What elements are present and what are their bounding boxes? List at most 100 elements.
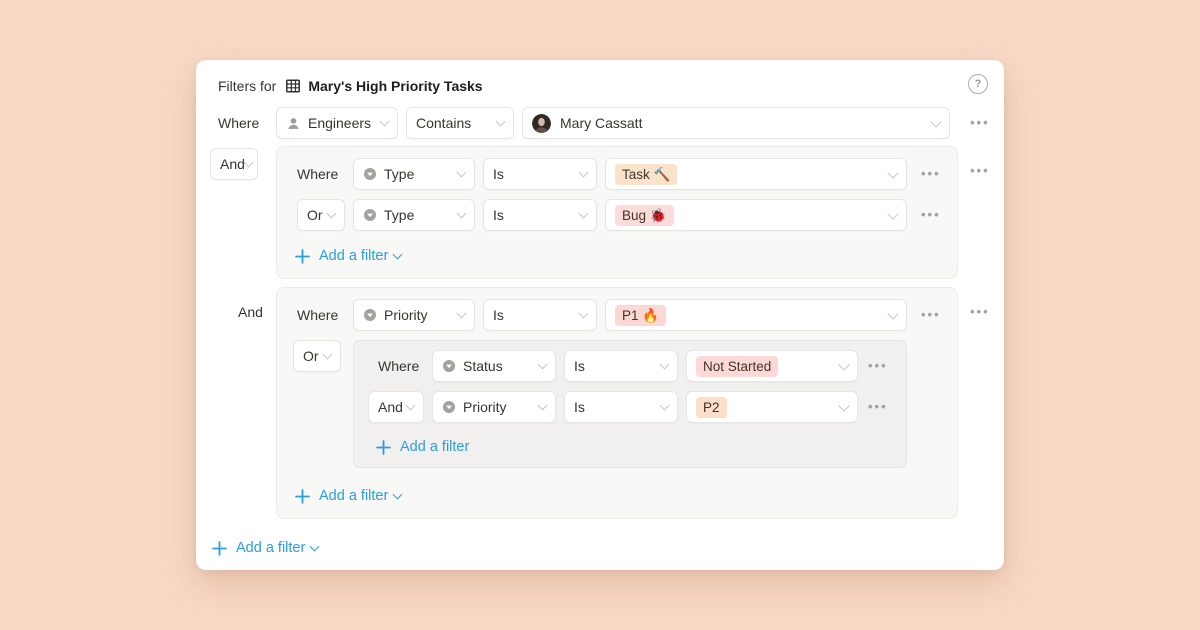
value-tag: Bug 🐞 (615, 205, 674, 226)
operator-dropdown[interactable]: Is (483, 299, 597, 331)
connector-dropdown[interactable]: Or (297, 199, 345, 231)
chevron-down-icon (393, 250, 403, 260)
filters-panel: Filters for Mary's High Priority Tasks ?… (196, 60, 1004, 570)
chevron-down-icon (660, 401, 670, 411)
chevron-down-icon (579, 309, 589, 319)
value-label: Mary Cassatt (560, 115, 642, 131)
chevron-down-icon (660, 360, 670, 370)
connector-label: Where (297, 307, 353, 323)
select-property-icon (363, 208, 377, 222)
connector-label: Or (307, 207, 323, 223)
value-tag: P2 (696, 397, 727, 418)
rule-menu-button[interactable]: ••• (868, 391, 888, 423)
filters-for-label: Filters for (218, 78, 276, 94)
help-icon[interactable]: ? (968, 74, 988, 94)
property-label: Priority (384, 307, 428, 323)
operator-dropdown[interactable]: Is (483, 158, 597, 190)
value-tag: P1 🔥 (615, 305, 666, 326)
rule-menu-button[interactable]: ••• (921, 158, 941, 190)
connector-label: Where (297, 166, 353, 182)
chevron-down-icon (380, 117, 390, 127)
chevron-down-icon (393, 490, 403, 500)
filter-rule: Where Priority Is P1 🔥 ••• (297, 299, 941, 331)
value-dropdown[interactable]: P1 🔥 (605, 299, 907, 331)
property-dropdown[interactable]: Status (432, 350, 556, 382)
operator-dropdown[interactable]: Is (483, 199, 597, 231)
chevron-down-icon (838, 400, 849, 411)
property-label: Status (463, 358, 503, 374)
chevron-down-icon (243, 158, 253, 168)
operator-label: Is (493, 207, 504, 223)
value-dropdown[interactable]: Not Started (686, 350, 858, 382)
nested-filter-group: Where Status Is Not Started (353, 340, 907, 468)
property-dropdown[interactable]: Engineers (276, 107, 398, 139)
group-connector-dropdown[interactable]: And (210, 148, 258, 180)
chevron-down-icon (930, 116, 941, 127)
rule-menu-button[interactable]: ••• (970, 107, 990, 139)
add-filter-label: Add a filter (236, 540, 305, 556)
subgroup-connector-dropdown[interactable]: Or (293, 340, 341, 372)
group-menu-button[interactable]: ••• (970, 155, 992, 187)
group-connector-label: And (238, 304, 263, 320)
chevron-down-icon (457, 309, 467, 319)
chevron-down-icon (538, 401, 548, 411)
chevron-down-icon (496, 117, 506, 127)
operator-dropdown[interactable]: Contains (406, 107, 514, 139)
property-label: Priority (463, 399, 507, 415)
panel-header: Filters for Mary's High Priority Tasks (218, 75, 483, 97)
plus-icon (376, 440, 391, 455)
chevron-down-icon (838, 359, 849, 370)
top-filter-rule: Where Engineers Contains Mary Cassatt ••… (218, 107, 990, 139)
property-label: Type (384, 166, 414, 182)
chevron-down-icon (406, 401, 416, 411)
add-filter-button[interactable]: Add a filter (295, 246, 401, 266)
chevron-down-icon (887, 167, 898, 178)
value-dropdown[interactable]: Bug 🐞 (605, 199, 907, 231)
connector-label: Where (368, 358, 424, 374)
add-filter-button[interactable]: Add a filter (212, 538, 318, 558)
chevron-down-icon (579, 209, 589, 219)
connector-label: And (378, 399, 403, 415)
property-dropdown[interactable]: Priority (353, 299, 475, 331)
table-icon (285, 78, 301, 94)
value-dropdown[interactable]: Task 🔨 (605, 158, 907, 190)
add-filter-label: Add a filter (319, 248, 388, 264)
filter-rule: Where Status Is Not Started (368, 350, 888, 382)
property-dropdown[interactable]: Priority (432, 391, 556, 423)
chevron-down-icon (310, 542, 320, 552)
group-menu-button[interactable]: ••• (970, 296, 992, 328)
value-dropdown[interactable]: P2 (686, 391, 858, 423)
rule-menu-button[interactable]: ••• (868, 350, 888, 382)
property-label: Engineers (308, 115, 371, 131)
connector-dropdown[interactable]: And (368, 391, 424, 423)
chevron-down-icon (457, 209, 467, 219)
property-dropdown[interactable]: Type (353, 158, 475, 190)
database-title: Mary's High Priority Tasks (308, 78, 482, 94)
operator-dropdown[interactable]: Is (564, 391, 678, 423)
add-filter-button[interactable]: Add a filter (295, 486, 401, 506)
plus-icon (212, 541, 227, 556)
rule-menu-button[interactable]: ••• (921, 299, 941, 331)
filter-rule: Where Type Is Task 🔨 ••• (297, 158, 941, 190)
operator-dropdown[interactable]: Is (564, 350, 678, 382)
add-filter-button[interactable]: Add a filter (376, 437, 469, 457)
property-label: Type (384, 207, 414, 223)
person-property-icon (286, 116, 301, 131)
plus-icon (295, 489, 310, 504)
value-tag: Task 🔨 (615, 164, 677, 185)
chevron-down-icon (538, 360, 548, 370)
select-property-icon (363, 308, 377, 322)
filter-rule: Or Type Is Bug 🐞 •• (297, 199, 941, 231)
operator-label: Is (574, 358, 585, 374)
add-filter-label: Add a filter (319, 488, 388, 504)
property-dropdown[interactable]: Type (353, 199, 475, 231)
page-background: Filters for Mary's High Priority Tasks ?… (0, 0, 1200, 630)
chevron-down-icon (457, 168, 467, 178)
add-filter-label: Add a filter (400, 439, 469, 455)
value-dropdown[interactable]: Mary Cassatt (522, 107, 950, 139)
select-property-icon (363, 167, 377, 181)
rule-menu-button[interactable]: ••• (921, 199, 941, 231)
filter-rule: And Priority Is P2 (368, 391, 888, 423)
connector-label: And (220, 156, 245, 172)
chevron-down-icon (323, 350, 333, 360)
